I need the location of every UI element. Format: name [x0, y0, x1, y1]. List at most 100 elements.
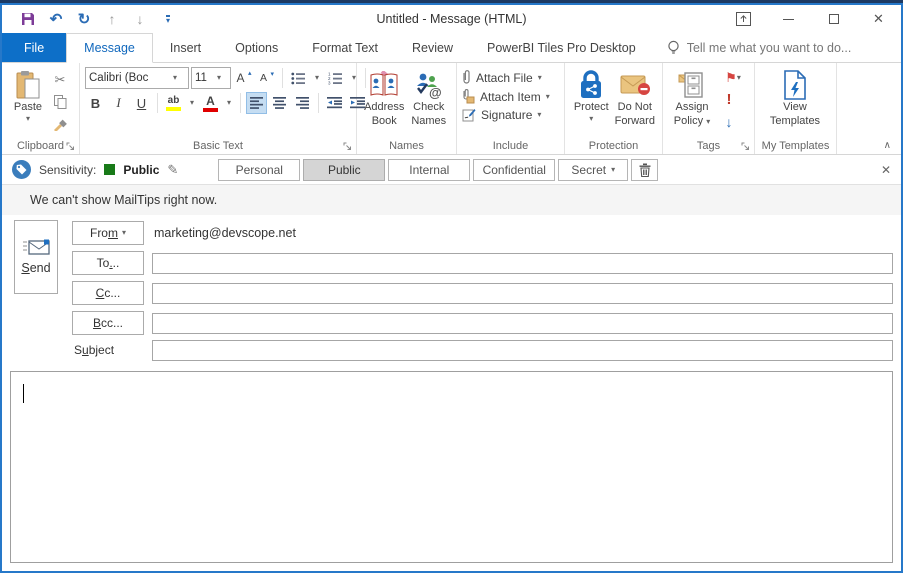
grow-font-icon: A ▴ [236, 70, 252, 85]
send-button[interactable]: Send [14, 220, 58, 294]
align-left-button[interactable] [246, 92, 267, 114]
sensitivity-label: Sensitivity: [39, 162, 97, 177]
sensitivity-value: Public [123, 162, 160, 177]
edit-sensitivity-button[interactable]: ✎ [167, 162, 178, 178]
compose-header: Send From ▾ marketing@devscope.net To...… [2, 215, 901, 371]
include-group: Attach File ▾ Attach Item ▾ Signature ▾ [457, 63, 565, 154]
bullets-dropdown[interactable]: ▾ [311, 67, 323, 89]
up-arrow-icon: ↑ [108, 11, 116, 27]
grow-font-button[interactable]: A ▴ [233, 67, 254, 89]
close-button[interactable]: ✕ [856, 6, 901, 32]
tab-format-text[interactable]: Format Text [295, 33, 395, 62]
decrease-indent-icon [326, 97, 343, 109]
high-importance-button[interactable]: ! [718, 89, 740, 110]
tags-group: Assign Policy ▾ ⚑ ▾ ! ↓ Tags [663, 63, 755, 154]
attach-item-button[interactable]: Attach Item ▾ [462, 89, 550, 104]
cut-button[interactable]: ✂ [49, 69, 71, 90]
view-templates-icon [783, 69, 807, 101]
protect-lock-icon [578, 69, 604, 101]
assign-policy-button[interactable]: Assign Policy ▾ [668, 67, 716, 129]
tab-options[interactable]: Options [218, 33, 295, 62]
font-color-dropdown[interactable]: ▾ [223, 92, 235, 114]
maximize-icon [828, 14, 839, 24]
to-input[interactable] [152, 252, 893, 274]
bold-button[interactable]: B [85, 92, 106, 114]
bullets-button[interactable] [288, 67, 309, 89]
numbering-button[interactable]: 123 [325, 67, 346, 89]
paste-button[interactable]: Paste ▾ [7, 67, 49, 123]
highlight-button[interactable]: ab [163, 92, 184, 114]
sensitivity-public-button[interactable]: Public [303, 158, 386, 181]
align-center-button[interactable] [269, 92, 290, 114]
align-right-button[interactable] [292, 92, 313, 114]
italic-button[interactable]: I [108, 92, 129, 114]
tab-insert[interactable]: Insert [153, 33, 218, 62]
close-sensitivity-bar-button[interactable]: ✕ [881, 163, 891, 177]
message-body[interactable] [10, 371, 893, 563]
shrink-font-icon: A ▾ [259, 71, 274, 84]
bullets-icon [291, 72, 306, 85]
redo-button[interactable]: ↻ [72, 8, 96, 30]
cc-button[interactable]: Cc... [72, 281, 144, 305]
format-painter-icon [53, 117, 67, 131]
underline-button[interactable]: U [131, 92, 152, 114]
collapse-ribbon-button[interactable]: ∧ [884, 140, 891, 151]
clipboard-dialog-launcher[interactable] [66, 141, 76, 151]
dropdown-arrow-icon: ▾ [25, 113, 30, 123]
bcc-input[interactable] [152, 312, 893, 334]
to-button[interactable]: To... [72, 251, 144, 275]
tab-review[interactable]: Review [395, 33, 470, 62]
decrease-indent-button[interactable] [324, 92, 345, 114]
move-up-button[interactable]: ↑ [100, 8, 124, 30]
sensitivity-confidential-button[interactable]: Confidential [473, 158, 556, 181]
font-name-value: Calibri (Boc [89, 72, 149, 84]
font-color-button[interactable]: A [200, 92, 221, 114]
protect-button[interactable]: Protect ▾ [570, 67, 613, 123]
check-names-button[interactable]: @ Check Names [407, 67, 452, 129]
svg-text:3: 3 [328, 80, 331, 84]
tags-dialog-launcher[interactable] [741, 141, 751, 151]
my-templates-group: View Templates My Templates [755, 63, 837, 154]
tab-file[interactable]: File [2, 33, 67, 62]
font-size-combo[interactable]: 11 ▾ [191, 67, 231, 89]
highlight-dropdown[interactable]: ▾ [186, 92, 198, 114]
cc-input[interactable] [152, 282, 893, 304]
align-center-icon [272, 97, 287, 109]
address-book-icon [369, 69, 399, 101]
tell-me-box[interactable]: Tell me what you want to do... [667, 33, 851, 62]
low-importance-icon: ↓ [725, 113, 733, 130]
from-button[interactable]: From ▾ [72, 221, 144, 245]
bcc-button[interactable]: Bcc... [72, 311, 144, 335]
dropdown-arrow-icon: ▾ [351, 73, 356, 82]
format-painter-button[interactable] [49, 113, 71, 134]
sensitivity-internal-button[interactable]: Internal [388, 158, 471, 181]
font-name-combo[interactable]: Calibri (Boc ▾ [85, 67, 189, 89]
ribbon-display-options-button[interactable] [721, 6, 766, 32]
attach-file-button[interactable]: Attach File ▾ [462, 70, 550, 85]
sensitivity-options: Personal Public Internal Confidential Se… [218, 158, 659, 181]
copy-button[interactable] [49, 91, 71, 112]
do-not-forward-button[interactable]: Do Not Forward [613, 67, 657, 129]
follow-up-button[interactable]: ⚑ ▾ [718, 67, 748, 88]
tab-powerbi-tiles[interactable]: PowerBI Tiles Pro Desktop [470, 33, 653, 62]
minimize-button[interactable] [766, 6, 811, 32]
customize-qat-button[interactable]: ▾ [156, 8, 180, 30]
shrink-font-button[interactable]: A ▾ [256, 67, 277, 89]
font-size-value: 11 [195, 72, 207, 84]
save-button[interactable] [16, 8, 40, 30]
move-down-button[interactable]: ↓ [128, 8, 152, 30]
sensitivity-secret-button[interactable]: Secret ▾ [558, 158, 629, 181]
tab-message[interactable]: Message [66, 33, 153, 63]
basic-text-dialog-launcher[interactable] [343, 141, 353, 151]
remove-sensitivity-button[interactable] [631, 158, 659, 181]
names-group: Address Book @ Check Names Names [357, 63, 457, 154]
undo-button[interactable]: ↶ [44, 8, 68, 30]
low-importance-button[interactable]: ↓ [718, 111, 740, 132]
subject-input[interactable] [152, 340, 893, 361]
maximize-button[interactable] [811, 6, 856, 32]
signature-button[interactable]: Signature ▾ [462, 108, 550, 122]
undo-icon: ↶ [49, 11, 63, 28]
sensitivity-personal-button[interactable]: Personal [218, 158, 301, 181]
address-book-button[interactable]: Address Book [362, 67, 407, 129]
view-templates-button[interactable]: View Templates [760, 67, 830, 129]
